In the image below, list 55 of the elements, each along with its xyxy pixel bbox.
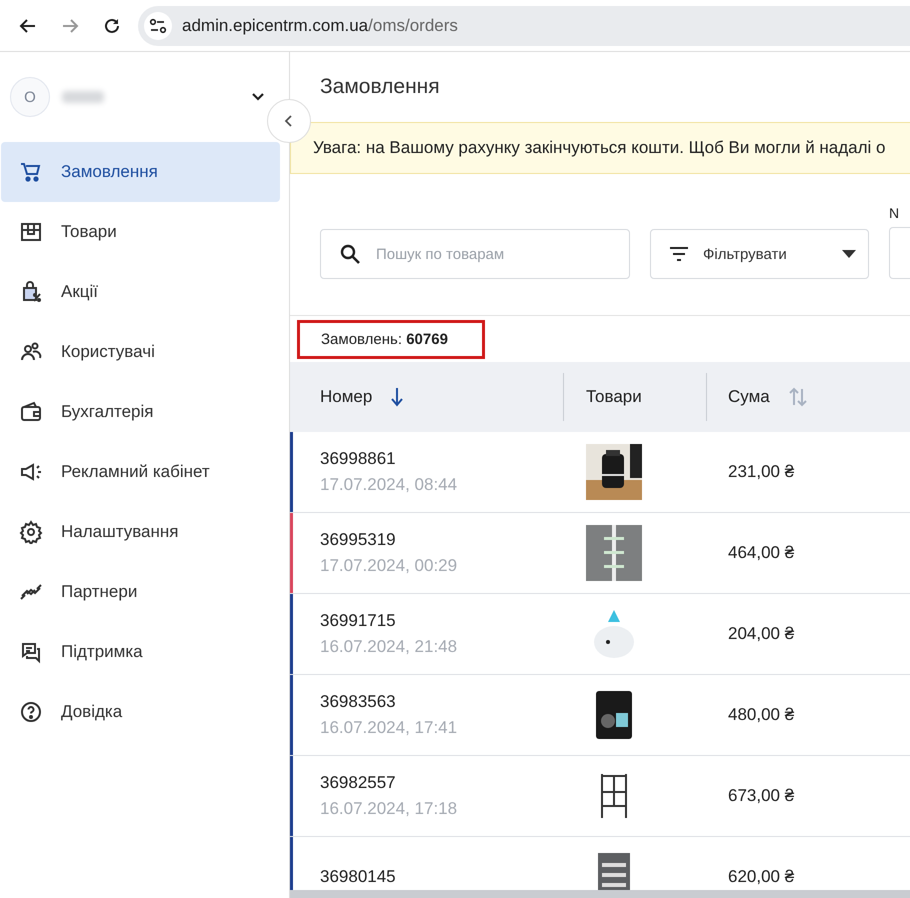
sidebar-item[interactable]: Підтримка xyxy=(1,622,280,682)
sidebar-item[interactable]: Замовлення xyxy=(1,142,280,202)
column-header[interactable]: Сума xyxy=(728,387,770,407)
chat-icon xyxy=(19,640,43,664)
order-sum: 480,00 ₴ xyxy=(727,705,794,725)
scrollbar[interactable] xyxy=(290,890,910,898)
search-field[interactable]: Пошук по товарам xyxy=(320,229,630,279)
site-settings-icon[interactable] xyxy=(144,12,172,40)
order-date: 16.07.2024, 21:48 xyxy=(320,637,458,657)
order-number: 36983563 xyxy=(320,692,397,712)
order-count: Замовлень: 60769 xyxy=(297,320,485,358)
cart-icon xyxy=(19,160,43,184)
blurred-name xyxy=(62,91,104,103)
sidebar-item[interactable]: Партнери xyxy=(1,562,280,622)
order-row[interactable]: 36982557 16.07.2024, 17:18 673,00 ₴ xyxy=(290,756,910,837)
order-date: 16.07.2024, 17:18 xyxy=(320,799,458,819)
order-date: 17.07.2024, 08:44 xyxy=(320,475,458,495)
sidebar-item[interactable]: Бухгалтерія xyxy=(1,382,280,442)
column-header[interactable]: Товари xyxy=(586,387,642,407)
order-number: 36991715 xyxy=(320,611,397,631)
order-number: 36980145 xyxy=(320,867,397,887)
gear-icon xyxy=(19,520,43,544)
help-icon xyxy=(19,700,43,724)
order-sum: 464,00 ₴ xyxy=(727,543,794,563)
order-sum: 231,00 ₴ xyxy=(727,462,794,482)
order-number: 36998861 xyxy=(320,449,397,469)
order-row[interactable]: 36998861 17.07.2024, 08:44 231,00 ₴ xyxy=(290,432,910,513)
order-sum: 673,00 ₴ xyxy=(727,786,794,806)
url-text: admin.epicentrm.com.ua/oms/orders xyxy=(182,16,458,36)
order-sum: 620,00 ₴ xyxy=(727,867,794,887)
field-label: N xyxy=(889,205,900,221)
order-sum: 204,00 ₴ xyxy=(727,624,794,644)
order-date: 17.07.2024, 00:29 xyxy=(320,556,458,576)
order-row[interactable]: 36991715 16.07.2024, 21:48 204,00 ₴ xyxy=(290,594,910,675)
box-icon xyxy=(19,220,43,244)
sidebar-item[interactable]: Акції xyxy=(1,262,280,322)
sort-down-icon[interactable] xyxy=(390,387,404,407)
order-date: 16.07.2024, 17:41 xyxy=(320,718,458,738)
filter-dropdown[interactable]: Фільтрувати xyxy=(650,229,869,279)
sidebar-item[interactable]: Довідка xyxy=(1,682,280,742)
order-number: 36982557 xyxy=(320,773,397,793)
order-row[interactable]: 36995319 17.07.2024, 00:29 464,00 ₴ xyxy=(290,513,910,594)
sidebar-item[interactable]: Користувачі xyxy=(1,322,280,382)
column-header[interactable]: Номер xyxy=(320,387,372,407)
caret-icon xyxy=(842,249,856,259)
sidebar-item[interactable]: Товари xyxy=(1,202,280,262)
page-title: Замовлення xyxy=(319,74,441,100)
order-row[interactable]: 36983563 16.07.2024, 17:41 480,00 ₴ xyxy=(290,675,910,756)
wallet-icon xyxy=(19,400,43,424)
sidebar-item[interactable]: Рекламний кабінет xyxy=(1,442,280,502)
address-bar[interactable]: admin.epicentrm.com.ua/oms/orders xyxy=(138,6,910,46)
order-number: 36995319 xyxy=(320,530,397,550)
warning-text: Увага: на Вашому рахунку закінчуються кошти. Щоб Ви могли й надалі о xyxy=(313,138,886,158)
input-field[interactable] xyxy=(889,227,910,279)
sidebar-item[interactable]: Налаштування xyxy=(1,502,280,562)
